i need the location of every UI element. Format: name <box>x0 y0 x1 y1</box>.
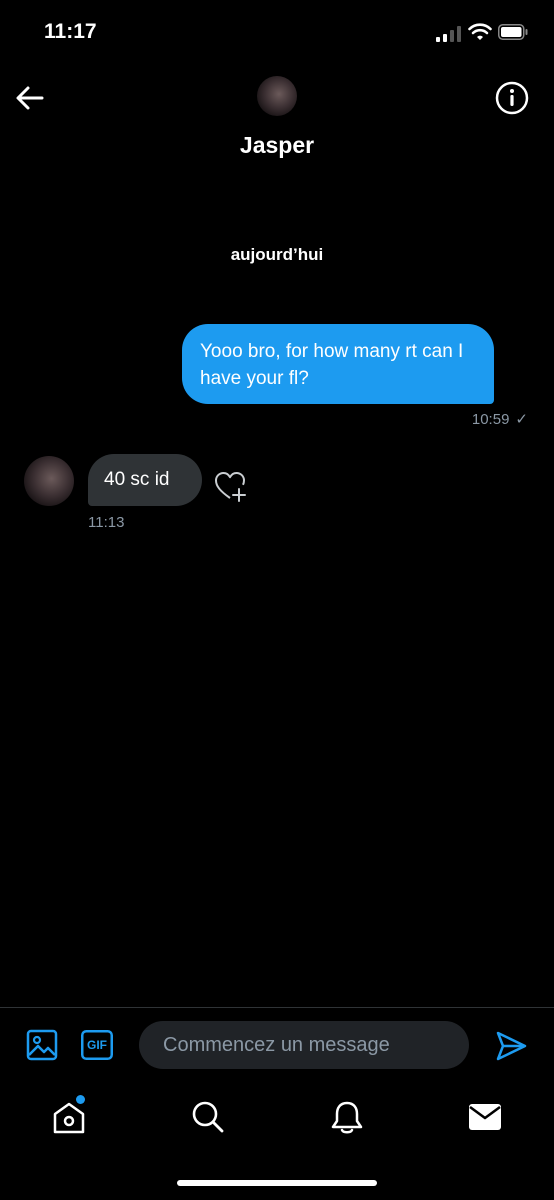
read-check-icon: ✓ <box>515 411 528 428</box>
sent-message-time: 10:59 <box>471 411 510 428</box>
home-icon[interactable] <box>52 1100 86 1136</box>
info-icon[interactable] <box>494 80 530 116</box>
sender-avatar[interactable] <box>24 456 74 506</box>
signal-icon <box>436 26 461 42</box>
image-icon[interactable] <box>26 1029 58 1061</box>
search-icon[interactable] <box>191 1100 225 1134</box>
received-message-time: 11:13 <box>88 514 125 531</box>
message-input[interactable] <box>139 1021 469 1069</box>
received-message-bubble[interactable]: 40 sc id <box>88 454 202 506</box>
heart-add-icon[interactable] <box>214 470 248 504</box>
gif-label: GIF <box>87 1038 107 1052</box>
bell-icon[interactable] <box>330 1100 364 1136</box>
mail-icon[interactable] <box>468 1102 502 1132</box>
home-indicator <box>177 1180 377 1186</box>
date-separator: aujourd’hui <box>230 245 324 264</box>
status-time: 11:17 <box>44 20 97 43</box>
sent-message-meta: 10:59 ✓ <box>472 410 528 428</box>
composer-divider <box>0 1007 554 1008</box>
wifi-icon <box>468 23 492 40</box>
sent-message-bubble[interactable]: Yooo bro, for how many rt can I have you… <box>182 324 494 404</box>
send-icon[interactable] <box>494 1029 528 1063</box>
notification-dot <box>76 1095 85 1104</box>
back-arrow-icon[interactable] <box>14 82 46 114</box>
contact-avatar[interactable] <box>257 76 297 116</box>
battery-icon <box>498 24 528 40</box>
gif-button[interactable]: GIF <box>81 1030 113 1060</box>
contact-name[interactable]: Jasper <box>0 132 554 159</box>
